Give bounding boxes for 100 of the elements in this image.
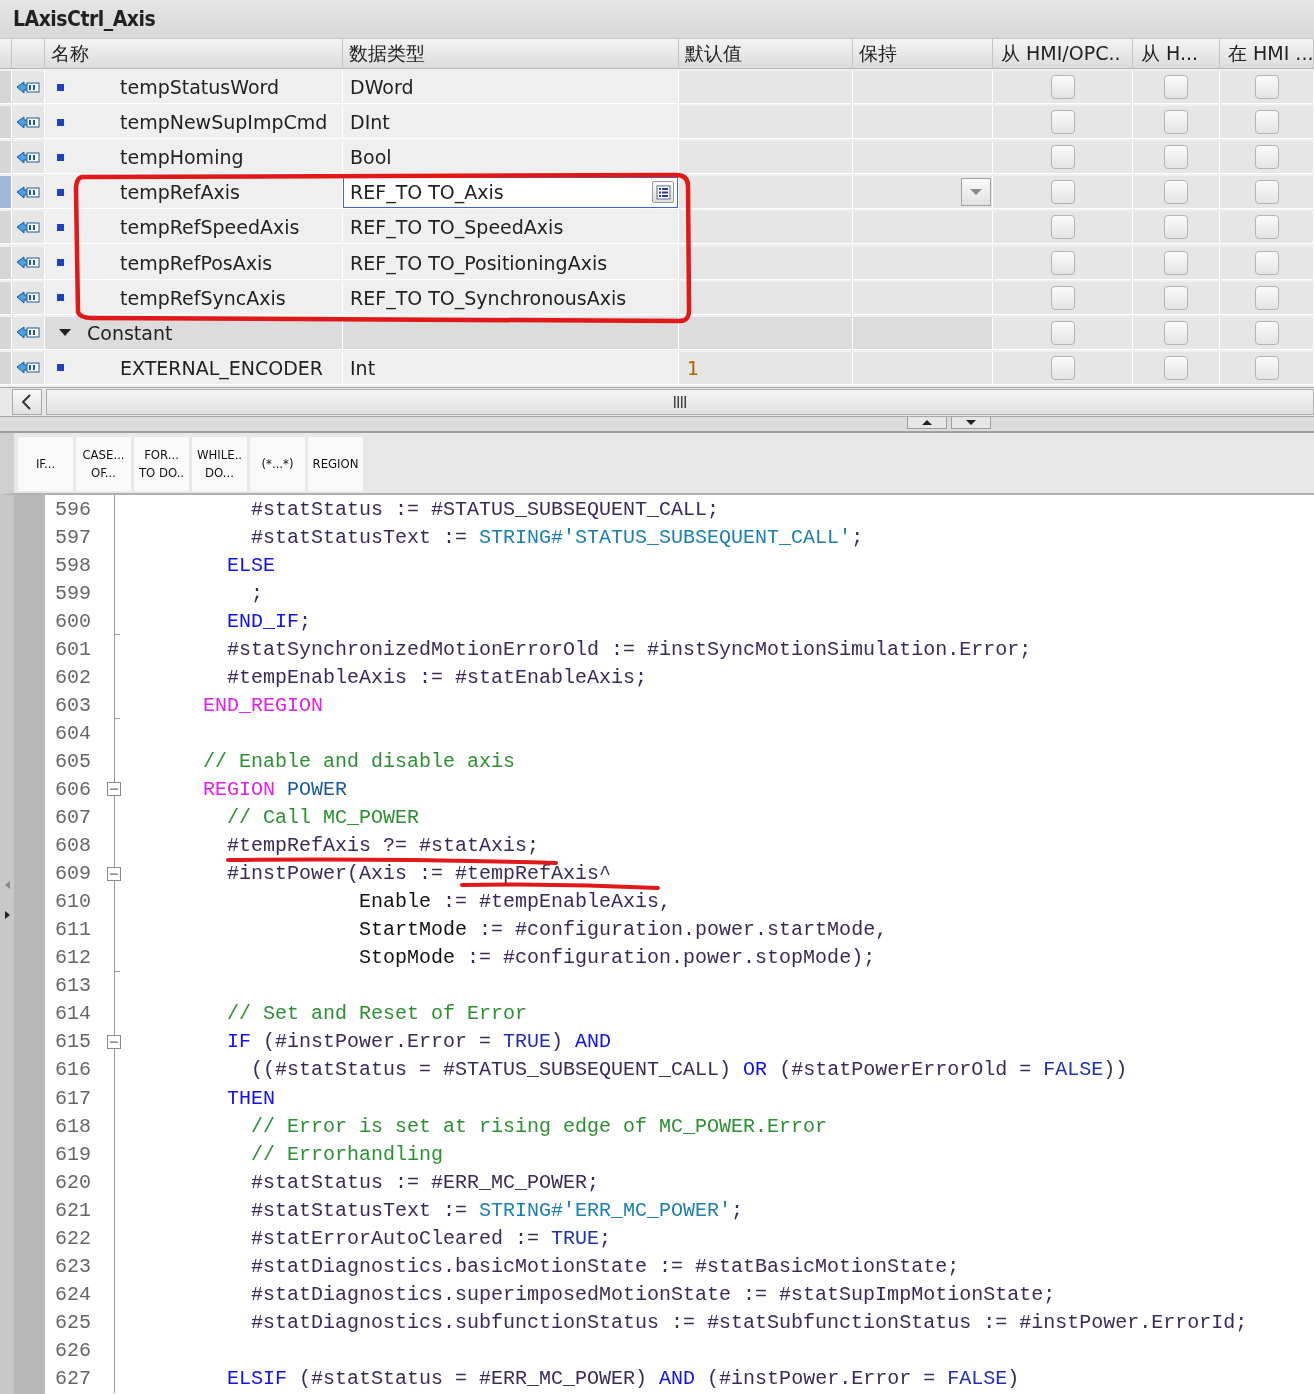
collapse-left-icon	[3, 880, 11, 889]
statement-button[interactable]: IF...	[18, 437, 73, 491]
bullet-icon	[57, 188, 64, 196]
data-type: Bool	[350, 146, 392, 169]
row-handle[interactable]	[0, 176, 12, 210]
row-handle[interactable]	[0, 246, 12, 280]
statement-button[interactable]: WHILE.. DO...	[192, 437, 247, 491]
checkbox[interactable]	[1164, 145, 1188, 170]
checkbox[interactable]	[1164, 215, 1188, 240]
checkbox[interactable]	[1254, 75, 1279, 100]
down-arrow-icon	[966, 419, 976, 426]
checkbox[interactable]	[1254, 355, 1279, 380]
up-arrow-icon	[922, 419, 932, 426]
data-type: Int	[350, 356, 376, 379]
statement-button[interactable]: FOR... TO DO..	[134, 437, 189, 491]
row-handle[interactable]	[0, 351, 12, 385]
grip-icon	[674, 396, 686, 408]
checkbox[interactable]	[1164, 250, 1188, 275]
statement-button[interactable]: (*...*)	[250, 437, 305, 491]
variable-name: tempRefSyncAxis	[120, 286, 286, 309]
collapse-icon[interactable]	[107, 782, 121, 797]
column-header[interactable]: 从 HMI/OPC..	[993, 39, 1133, 69]
checkbox[interactable]	[1050, 285, 1075, 310]
interface-icon	[15, 78, 41, 96]
variable-name: EXTERNAL_ENCODER	[120, 356, 324, 379]
code-line: #statSynchronizedMotionErrorOld := #instSyncMotionSimulation.Error;	[226, 640, 1032, 658]
code-line: #statErrorAutoCleared := TRUE;	[250, 1229, 612, 1247]
checkbox[interactable]	[1050, 215, 1075, 240]
checkbox[interactable]	[1164, 180, 1188, 205]
checkbox[interactable]	[1254, 215, 1279, 240]
window-title: LAxisCtrl_Axis	[13, 7, 156, 31]
variable-name: tempRefPosAxis	[120, 251, 273, 274]
code-line: #statStatusText := STRING#'ERR_MC_POWER';	[250, 1201, 744, 1219]
type-field[interactable]: REF_TO TO_Axis	[343, 176, 678, 208]
scroll-left-button[interactable]	[12, 389, 42, 415]
column-header[interactable]: 数据类型	[343, 39, 679, 69]
code-line: ELSIF (#statStatus = #ERR_MC_POWER) AND (#instPower.Error = FALSE)	[226, 1369, 1020, 1387]
bullet-icon	[57, 153, 64, 161]
scrollbar-thumb[interactable]	[46, 389, 1314, 415]
variable-name: tempRefAxis	[120, 181, 240, 204]
checkbox[interactable]	[1254, 285, 1279, 310]
column-header[interactable]: 名称	[45, 39, 343, 69]
code-line: // Call MC_POWER	[226, 809, 420, 827]
row-handle[interactable]	[0, 141, 12, 175]
checkbox[interactable]	[1050, 250, 1075, 275]
checkbox[interactable]	[1254, 110, 1279, 135]
bullet-icon	[57, 294, 64, 302]
checkbox[interactable]	[1164, 75, 1188, 100]
checkbox[interactable]	[1164, 110, 1188, 135]
row-handle[interactable]	[0, 211, 12, 245]
checkbox[interactable]	[1050, 355, 1075, 380]
code-line: // Set and Reset of Error	[226, 1005, 528, 1023]
row-handle[interactable]	[0, 316, 12, 350]
column-header[interactable]: 在 HMI ...	[1220, 39, 1314, 69]
collapse-icon[interactable]	[107, 1034, 121, 1049]
code-line: #statDiagnostics.subfunctionStatus := #statSubfunctionStatus := #instPower.ErrorId;	[250, 1313, 1248, 1331]
checkbox[interactable]	[1050, 145, 1075, 170]
checkbox[interactable]	[1254, 320, 1279, 345]
code-line: Enable := #tempEnableAxis,	[358, 893, 672, 911]
row-handle[interactable]	[0, 281, 12, 315]
expand-right-icon	[3, 910, 11, 919]
interface-icon	[15, 218, 41, 236]
bullet-icon	[57, 223, 64, 231]
statement-button[interactable]: CASE... OF...	[76, 437, 131, 491]
checkbox[interactable]	[1164, 285, 1188, 310]
code-line: #statStatus := #STATUS_SUBSEQUENT_CALL;	[250, 500, 720, 518]
variable-name: tempNewSupImpCmd	[120, 111, 328, 134]
caret-icon	[969, 188, 983, 197]
collapse-icon[interactable]	[107, 866, 121, 881]
code-line: THEN	[226, 1089, 276, 1107]
interface-icon	[15, 254, 41, 272]
checkbox[interactable]	[1050, 110, 1075, 135]
row-handle[interactable]	[0, 71, 12, 105]
interface-icon	[15, 359, 41, 377]
checkbox[interactable]	[1254, 180, 1279, 205]
data-type: REF_TO TO_SpeedAxis	[350, 216, 564, 239]
checkbox[interactable]	[1050, 75, 1075, 100]
checkbox[interactable]	[1254, 250, 1279, 275]
column-header[interactable]: 从 H...	[1133, 39, 1220, 69]
code-line: ((#statStatus = #STATUS_SUBSEQUENT_CALL) OR (#statPowerErrorOld = FALSE))	[250, 1061, 1128, 1079]
browse-button[interactable]	[652, 181, 674, 204]
variable-name: tempRefSpeedAxis	[120, 216, 300, 239]
splitter-up-button[interactable]	[907, 417, 947, 429]
statement-button[interactable]: REGION	[308, 437, 363, 491]
checkbox[interactable]	[1254, 145, 1279, 170]
checkbox[interactable]	[1050, 180, 1075, 205]
checkbox[interactable]	[1050, 320, 1075, 345]
data-type: REF_TO TO_PositioningAxis	[350, 251, 608, 274]
checkbox[interactable]	[1164, 355, 1188, 380]
code-line: END_REGION	[202, 696, 324, 714]
retain-dropdown[interactable]	[961, 178, 991, 207]
code-line: #tempEnableAxis := #statEnableAxis;	[226, 668, 648, 686]
splitter-down-button[interactable]	[951, 417, 991, 429]
code-line: // Errorhandling	[250, 1145, 444, 1163]
checkbox[interactable]	[1164, 320, 1188, 345]
code-line: #statStatus := #ERR_MC_POWER;	[250, 1173, 600, 1191]
bullet-icon	[57, 83, 64, 91]
row-handle[interactable]	[0, 106, 12, 140]
column-header[interactable]: 保持	[853, 39, 993, 69]
column-header[interactable]: 默认值	[679, 39, 853, 69]
